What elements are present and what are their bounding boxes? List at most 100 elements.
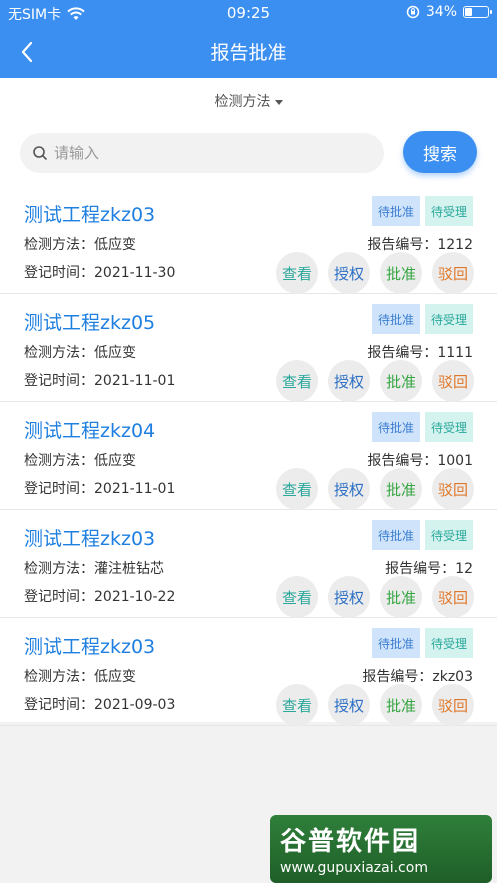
method-filter-dropdown[interactable]: 检测方法	[0, 78, 497, 124]
date-label: 登记时间：	[24, 697, 94, 713]
reject-button[interactable]: 驳回	[432, 684, 474, 726]
status-right: 34%	[406, 4, 492, 20]
view-button[interactable]: 查看	[276, 360, 318, 402]
status-badge-pending-approve: 待批准	[372, 412, 420, 442]
view-button[interactable]: 查看	[276, 684, 318, 726]
nav-bar: 报告批准	[0, 26, 497, 78]
date-label: 登记时间：	[24, 481, 94, 497]
authorize-button[interactable]: 授权	[328, 576, 370, 618]
status-badge-pending-approve: 待批准	[372, 304, 420, 334]
header: 无SIM卡 09:25 34% 报告批准	[0, 0, 497, 78]
approve-button[interactable]: 批准	[380, 468, 422, 510]
test-method: 检测方法：低应变	[24, 666, 136, 686]
method-label: 检测方法：	[24, 345, 94, 361]
battery-fill	[465, 8, 473, 16]
test-method: 检测方法：低应变	[24, 450, 136, 470]
project-name: 测试工程zkz03	[24, 204, 156, 226]
date-value: 2021-10-22	[94, 589, 176, 605]
register-date: 登记时间：2021-09-03	[24, 694, 175, 714]
project-name: 测试工程zkz05	[24, 312, 156, 334]
project-name: 测试工程zkz03	[24, 636, 156, 658]
status-badge-pending-approve: 待批准	[372, 628, 420, 658]
report-number: 报告编号：1212	[367, 234, 473, 254]
battery-percent: 34%	[425, 4, 457, 20]
report-label: 报告编号：	[367, 237, 438, 253]
list-item[interactable]: 测试工程zkz03 待批准 待受理 检测方法：低应变 报告编号：zkz03 登记…	[0, 618, 497, 726]
filter-label: 检测方法	[214, 94, 271, 110]
method-label: 检测方法：	[24, 669, 94, 685]
reject-button[interactable]: 驳回	[432, 576, 474, 618]
project-name: 测试工程zkz03	[24, 528, 156, 550]
reject-button[interactable]: 驳回	[432, 468, 474, 510]
report-value: 12	[455, 561, 473, 577]
register-date: 登记时间：2021-11-01	[24, 478, 175, 498]
search-box	[20, 133, 384, 173]
register-date: 登记时间：2021-11-01	[24, 370, 175, 390]
method-value: 低应变	[94, 345, 136, 361]
view-button[interactable]: 查看	[276, 252, 318, 294]
status-bar: 无SIM卡 09:25 34%	[0, 0, 497, 26]
report-label: 报告编号：	[367, 345, 438, 361]
report-value: 1001	[437, 453, 473, 469]
report-label: 报告编号：	[362, 669, 433, 685]
status-badge-pending-accept: 待受理	[425, 628, 473, 658]
status-badge-pending-accept: 待受理	[425, 304, 473, 334]
report-number: 报告编号：zkz03	[362, 666, 473, 686]
page-title: 报告批准	[210, 42, 287, 64]
list-item[interactable]: 测试工程zkz03 待批准 待受理 检测方法：低应变 报告编号：1212 登记时…	[0, 186, 497, 294]
report-value: 1212	[437, 237, 473, 253]
list-item[interactable]: 测试工程zkz03 待批准 待受理 检测方法：灌注桩钻芯 报告编号：12 登记时…	[0, 510, 497, 618]
method-label: 检测方法：	[24, 453, 94, 469]
method-value: 低应变	[94, 453, 136, 469]
caret-down-icon	[274, 99, 283, 105]
status-badge-pending-accept: 待受理	[425, 196, 473, 226]
date-value: 2021-11-30	[94, 265, 176, 281]
method-value: 低应变	[94, 237, 136, 253]
approve-button[interactable]: 批准	[380, 576, 422, 618]
search-row: 搜索	[0, 124, 497, 186]
status-badge-pending-approve: 待批准	[372, 196, 420, 226]
register-date: 登记时间：2021-10-22	[24, 586, 175, 606]
report-value: zkz03	[432, 669, 473, 685]
approve-button[interactable]: 批准	[380, 360, 422, 402]
view-button[interactable]: 查看	[276, 576, 318, 618]
date-value: 2021-11-01	[94, 373, 176, 389]
register-date: 登记时间：2021-11-30	[24, 262, 175, 282]
site-watermark: 谷普软件园 www.gupuxiazai.com	[270, 815, 492, 883]
view-button[interactable]: 查看	[276, 468, 318, 510]
reject-button[interactable]: 驳回	[432, 360, 474, 402]
report-list: 测试工程zkz03 待批准 待受理 检测方法：低应变 报告编号：1212 登记时…	[0, 186, 497, 726]
status-badge-pending-accept: 待受理	[425, 520, 473, 550]
authorize-button[interactable]: 授权	[328, 684, 370, 726]
battery-icon	[463, 6, 492, 18]
authorize-button[interactable]: 授权	[328, 252, 370, 294]
rotation-lock-icon	[406, 5, 420, 19]
report-label: 报告编号：	[385, 561, 456, 577]
search-icon	[33, 146, 47, 160]
search-button[interactable]: 搜索	[403, 131, 477, 173]
watermark-url: www.gupuxiazai.com	[280, 860, 428, 876]
method-value: 灌注桩钻芯	[94, 561, 164, 577]
list-item[interactable]: 测试工程zkz04 待批准 待受理 检测方法：低应变 报告编号：1001 登记时…	[0, 402, 497, 510]
method-label: 检测方法：	[24, 237, 94, 253]
reject-button[interactable]: 驳回	[432, 252, 474, 294]
date-value: 2021-11-01	[94, 481, 176, 497]
list-item[interactable]: 测试工程zkz05 待批准 待受理 检测方法：低应变 报告编号：1111 登记时…	[0, 294, 497, 402]
approve-button[interactable]: 批准	[380, 252, 422, 294]
test-method: 检测方法：灌注桩钻芯	[24, 558, 164, 578]
search-input[interactable]	[54, 144, 354, 162]
method-label: 检测方法：	[24, 561, 94, 577]
approve-button[interactable]: 批准	[380, 684, 422, 726]
test-method: 检测方法：低应变	[24, 342, 136, 362]
status-badge-pending-approve: 待批准	[372, 520, 420, 550]
project-name: 测试工程zkz04	[24, 420, 156, 442]
test-method: 检测方法：低应变	[24, 234, 136, 254]
report-number: 报告编号：1111	[367, 342, 473, 362]
authorize-button[interactable]: 授权	[328, 360, 370, 402]
report-label: 报告编号：	[367, 453, 438, 469]
authorize-button[interactable]: 授权	[328, 468, 370, 510]
status-badge-pending-accept: 待受理	[425, 412, 473, 442]
method-value: 低应变	[94, 669, 136, 685]
report-number: 报告编号：12	[385, 558, 473, 578]
watermark-title: 谷普软件园	[280, 827, 421, 857]
